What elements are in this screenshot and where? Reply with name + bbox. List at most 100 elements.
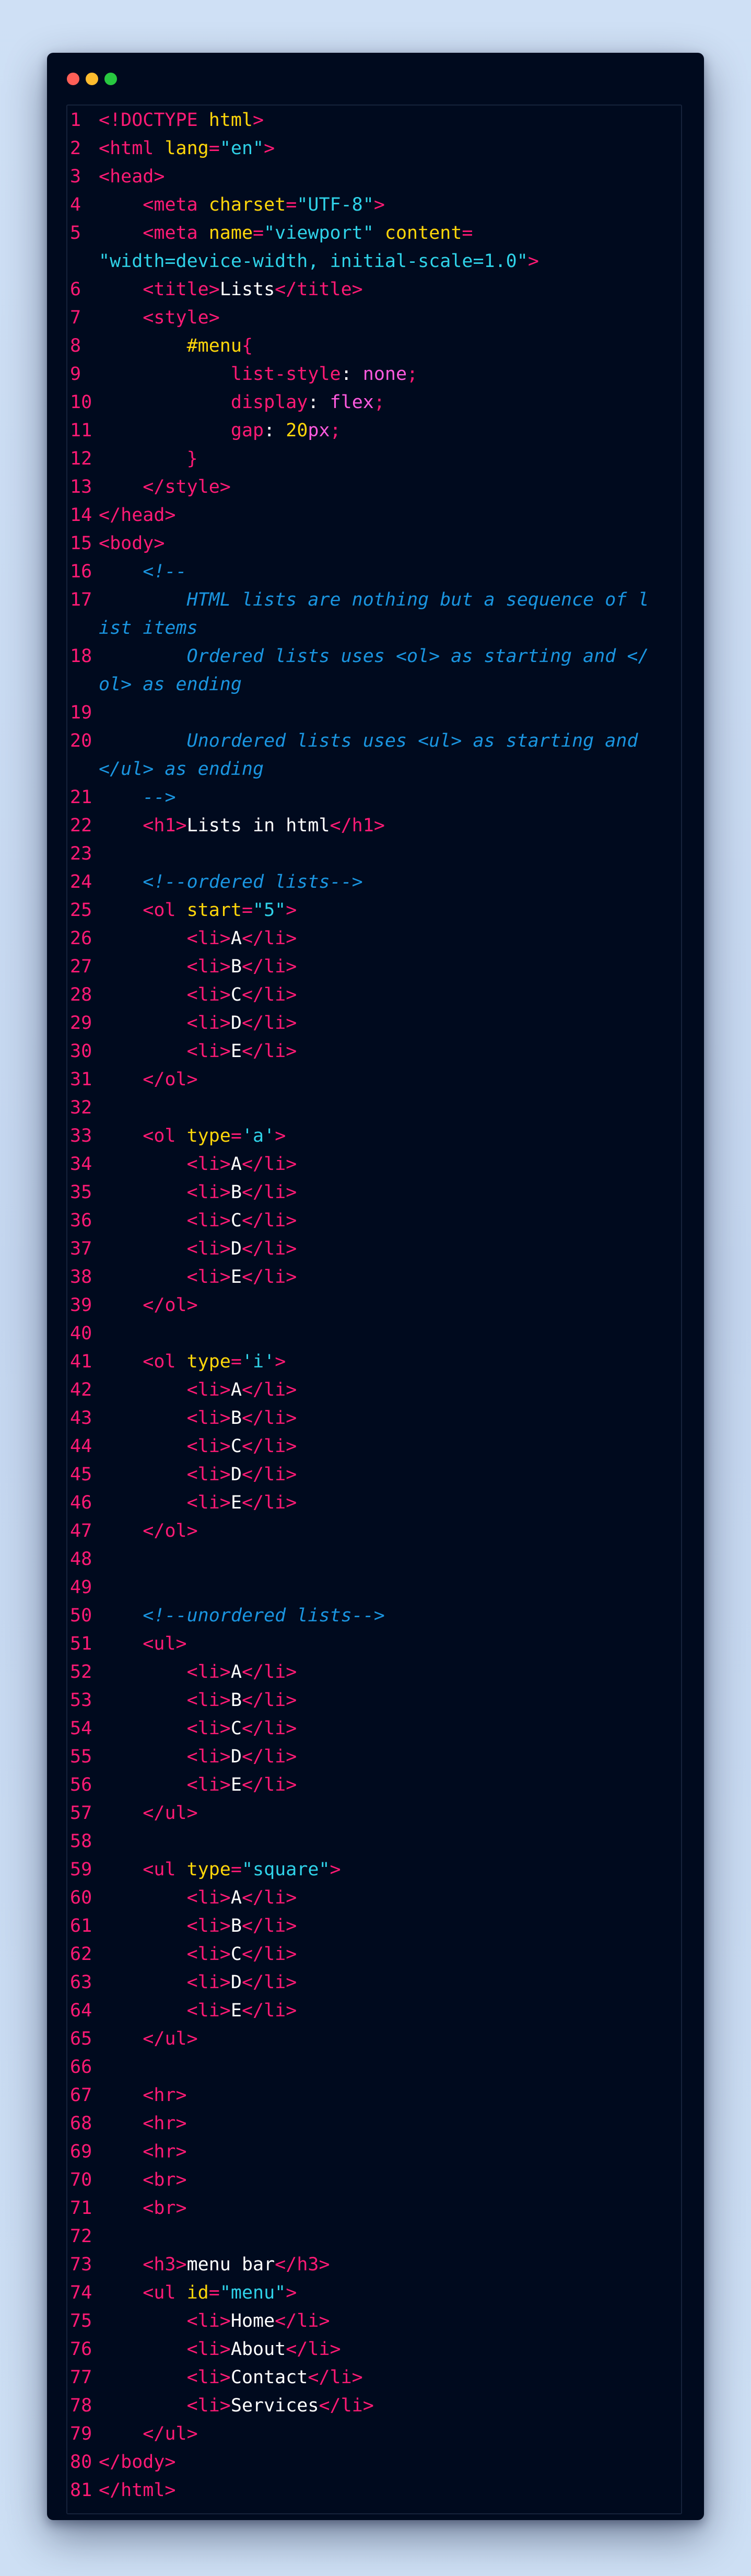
- line-number: 61: [70, 1916, 92, 1936]
- code-token-text: Lists in html: [186, 815, 330, 836]
- line-number: 33: [70, 1125, 92, 1146]
- code-token-attr: type: [186, 1125, 231, 1146]
- code-token-tag: >: [527, 251, 539, 272]
- code-token-tag: </li>: [286, 2339, 341, 2360]
- code-token-css-property: list-style: [230, 364, 341, 385]
- code-token-string: 'a': [241, 1125, 275, 1146]
- code-token-tag: </h1>: [330, 815, 385, 836]
- line-number: 69: [70, 2141, 92, 2162]
- line-number: 30: [70, 1041, 92, 1062]
- line-number: 36: [70, 1210, 92, 1231]
- code-token-text: :: [264, 420, 286, 441]
- code-token-tag: <li>: [186, 1718, 231, 1739]
- code-token-tag: </li>: [241, 1492, 297, 1513]
- code-token-tag: >: [373, 194, 385, 215]
- code-token-tag: <li>: [186, 2000, 231, 2021]
- code-line: <meta name="viewport" content= "width=de…: [99, 219, 678, 275]
- code-token-tag: <li>: [186, 1379, 231, 1400]
- code-line: <li>B</li>: [99, 953, 678, 981]
- code-token-text: B: [230, 1916, 242, 1936]
- line-number: 3: [70, 166, 81, 187]
- code-token-text: C: [230, 1210, 242, 1231]
- code-token-text: Contact: [230, 2367, 308, 2388]
- close-window-button[interactable]: [67, 73, 79, 85]
- code-token-attr: start: [186, 900, 242, 921]
- maximize-window-button[interactable]: [104, 73, 117, 85]
- line-number: 71: [70, 2198, 92, 2219]
- code-token-tag: <li>: [186, 2367, 231, 2388]
- code-token-tag: <li>: [186, 1662, 231, 1682]
- code-token-tag: =: [230, 1351, 242, 1372]
- code-line: <br>: [99, 2166, 678, 2194]
- code-token-tag: </li>: [241, 1690, 297, 1711]
- code-token-tag: <li>: [186, 1916, 231, 1936]
- code-line: <li>B</li>: [99, 1912, 678, 1940]
- code-token-tag: <li>: [186, 1041, 231, 1062]
- line-number: 7: [70, 307, 81, 328]
- code-line: <li>E</li>: [99, 1771, 678, 1799]
- code-token-string: "viewport": [264, 223, 374, 243]
- code-line: <li>A</li>: [99, 1884, 678, 1912]
- code-token-tag: </html>: [99, 2480, 176, 2501]
- code-line: <li>D</li>: [99, 1235, 678, 1263]
- line-number: 23: [70, 843, 92, 864]
- code-token-tag: </li>: [241, 1464, 297, 1485]
- code-token-tag: </li>: [241, 1436, 297, 1457]
- line-number: 26: [70, 928, 92, 949]
- code-token-text: E: [230, 1041, 242, 1062]
- code-token-tag: <li>: [186, 1238, 231, 1259]
- code-token-tag: }: [186, 448, 198, 469]
- code-token-tag: </style>: [143, 477, 231, 497]
- code-token-tag: <title>: [143, 279, 220, 300]
- code-token-tag: <li>: [186, 1492, 231, 1513]
- code-token-text: C: [230, 984, 242, 1005]
- line-number: 53: [70, 1690, 92, 1711]
- code-line: <li>D</li>: [99, 1460, 678, 1489]
- code-token-attr: html: [208, 110, 253, 131]
- line-number: 60: [70, 1887, 92, 1908]
- code-token-tag: </li>: [319, 2395, 374, 2416]
- code-token-css-property: ;: [373, 392, 385, 413]
- code-token-tag: <br>: [143, 2169, 187, 2190]
- code-token-tag: <li>: [186, 1013, 231, 1034]
- minimize-window-button[interactable]: [86, 73, 98, 85]
- code-token-tag: <style>: [143, 307, 220, 328]
- code-line: <li>B</li>: [99, 1686, 678, 1714]
- code-line: </ol>: [99, 1065, 678, 1094]
- code-token-text: B: [230, 1182, 242, 1203]
- code-line: <li>A</li>: [99, 1376, 678, 1404]
- code-line: <meta charset="UTF-8">: [99, 191, 678, 219]
- code-line: </ul>: [99, 1799, 678, 1827]
- line-number: 70: [70, 2169, 92, 2190]
- code-token-string: "width=device-width, initial-scale=1.0": [99, 251, 528, 272]
- line-number: 45: [70, 1464, 92, 1485]
- code-token-tag: >: [275, 1351, 286, 1372]
- line-number: 8: [70, 335, 81, 356]
- code-token-tag: >: [275, 1125, 286, 1146]
- code-token-comment: <!--ordered lists-->: [143, 872, 363, 892]
- line-number: 56: [70, 1774, 92, 1795]
- code-token-tag: </li>: [241, 1972, 297, 1993]
- code-token-text: :: [341, 364, 363, 385]
- code-line: <!--unordered lists-->: [99, 1602, 678, 1630]
- line-number: 62: [70, 1944, 92, 1965]
- line-number: 13: [70, 477, 92, 497]
- line-number: 79: [70, 2423, 92, 2444]
- code-token-tag: </li>: [241, 1718, 297, 1739]
- code-line: <li>About</li>: [99, 2335, 678, 2363]
- code-token-css-value: px: [308, 420, 330, 441]
- code-editor[interactable]: 1 <!DOCTYPE html> 2 <html lang="en"> 3 <head>…: [66, 105, 682, 2514]
